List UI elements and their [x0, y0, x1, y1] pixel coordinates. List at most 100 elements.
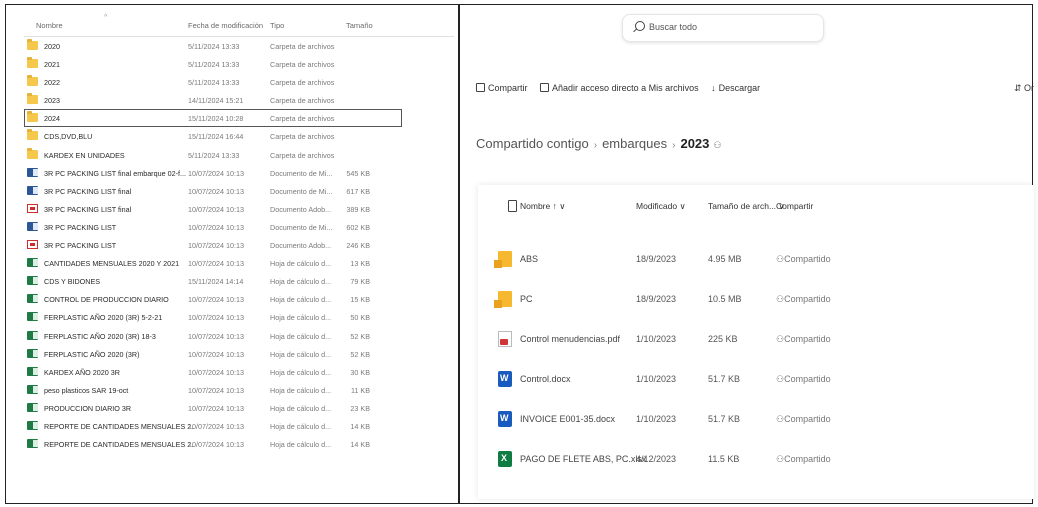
- explorer-row[interactable]: 2023 14/11/2024 15:21 Carpeta de archivos: [24, 91, 454, 109]
- explorer-column-header: ^ Nombre Fecha de modificación Tipo Tama…: [24, 12, 454, 37]
- file-name: FERPLASTIC AÑO 2020 (3R) 18-3: [44, 331, 156, 341]
- file-date: 10/07/2024 10:13: [188, 222, 244, 232]
- file-name: REPORTE DE CANTIDADES MENSUALES 2...: [44, 421, 194, 431]
- share-status: ⚇Compartido: [776, 254, 831, 265]
- explorer-row[interactable]: 3R PC PACKING LIST final 10/07/2024 10:13…: [24, 182, 454, 200]
- breadcrumb-middle[interactable]: embarques: [602, 136, 667, 151]
- excel-icon: [27, 439, 38, 449]
- explorer-row[interactable]: FERPLASTIC AÑO 2020 (3R) 5-2-21 10/07/202…: [24, 308, 454, 326]
- file-type: Carpeta de archivos: [270, 60, 335, 70]
- column-name[interactable]: Nombre: [36, 21, 63, 30]
- file-size: 11 KB: [350, 385, 370, 395]
- column-modified[interactable]: Modificado ∨: [636, 201, 686, 212]
- add-shortcut-button[interactable]: Añadir acceso directo a Mis archivos: [540, 83, 699, 93]
- shared-file-row[interactable]: Control menudencias.pdf 1/10/2023 225 KB ⚇C…: [478, 319, 1034, 359]
- file-name[interactable]: INVOICE E001-35.docx: [520, 414, 615, 424]
- file-name[interactable]: PAGO DE FLETE ABS, PC.xlsx: [520, 454, 646, 464]
- explorer-row[interactable]: 3R PC PACKING LIST 10/07/2024 10:13 Docume…: [24, 236, 454, 254]
- file-name: 3R PC PACKING LIST final embarque 02-f..…: [44, 168, 186, 178]
- shared-file-row[interactable]: PAGO DE FLETE ABS, PC.xlsx4/12/2023 11.5 …: [478, 439, 1034, 479]
- file-type: Hoja de cálculo d...: [270, 331, 332, 341]
- file-name[interactable]: ABS: [520, 254, 538, 264]
- file-size: 11.5 KB: [708, 454, 740, 464]
- file-type: Hoja de cálculo d...: [270, 349, 332, 359]
- shared-file-row[interactable]: ABS 18/9/2023 4.95 MB ⚇Compartido: [478, 239, 1034, 279]
- file-name[interactable]: Control menudencias.pdf: [520, 334, 620, 344]
- share-status-label: Compartido: [784, 414, 831, 424]
- explorer-row[interactable]: CDS Y BIDONES 15/11/2024 14:14 Hoja de cál…: [24, 272, 454, 290]
- file-name: 2020: [44, 42, 60, 51]
- word-icon: [27, 221, 38, 231]
- list-column-header: Nombre ↑ ∨ Modificado ∨ Tamaño de arch..…: [478, 185, 1034, 229]
- explorer-row[interactable]: 3R PC PACKING LIST 10/07/2024 10:13 Docume…: [24, 218, 454, 236]
- breadcrumb-root[interactable]: Compartido contigo: [476, 136, 589, 151]
- explorer-row[interactable]: REPORTE DE CANTIDADES MENSUALES 2... 10/0…: [24, 417, 454, 435]
- file-date: 10/07/2024 10:13: [188, 295, 244, 305]
- add-shortcut-label: Añadir acceso directo a Mis archivos: [552, 83, 699, 93]
- file-date: 10/07/2024 10:13: [188, 204, 244, 214]
- sort-button[interactable]: ⇵ Or: [1014, 83, 1034, 94]
- file-name: 3R PC PACKING LIST final: [44, 186, 132, 196]
- explorer-row[interactable]: CANTIDADES MENSUALES 2020 Y 2021 10/07/20…: [24, 254, 454, 272]
- download-button[interactable]: ↓ Descargar: [711, 83, 760, 93]
- explorer-row[interactable]: REPORTE DE CANTIDADES MENSUALES 2... 10/0…: [24, 435, 454, 453]
- explorer-row[interactable]: 3R PC PACKING LIST final embarque 02-f..…: [24, 164, 454, 182]
- explorer-row[interactable]: CDS,DVD,BLU 15/11/2024 16:44 Carpeta de ar…: [24, 127, 454, 145]
- folder-icon: [494, 251, 512, 268]
- explorer-row[interactable]: 2024 15/11/2024 10:28 Carpeta de archivos: [24, 109, 402, 128]
- explorer-row[interactable]: 3R PC PACKING LIST final 10/07/2024 10:13…: [24, 200, 454, 218]
- column-size[interactable]: Tamaño: [346, 21, 373, 30]
- column-type[interactable]: Tipo: [270, 21, 284, 30]
- file-modified: 1/10/2023: [636, 414, 677, 424]
- column-share[interactable]: Compartir: [776, 201, 813, 211]
- explorer-row[interactable]: 2020 5/11/2024 13:33 Carpeta de archivos: [24, 37, 454, 55]
- share-button[interactable]: Compartir: [476, 83, 528, 93]
- file-size: 52 KB: [350, 349, 370, 359]
- column-size[interactable]: Tamaño de arch... ∨: [708, 201, 785, 212]
- file-type: Documento de Mi...: [270, 168, 333, 178]
- file-type: Hoja de cálculo d...: [270, 295, 332, 305]
- explorer-row[interactable]: 2021 5/11/2024 13:33 Carpeta de archivos: [24, 55, 454, 73]
- file-size: 51.7 KB: [708, 374, 741, 384]
- file-modified: 4/12/2023: [636, 454, 677, 464]
- explorer-row[interactable]: FERPLASTIC AÑO 2020 (3R) 18-3 10/07/2024 …: [24, 327, 454, 345]
- excel-icon: [498, 451, 512, 467]
- file-date: 10/07/2024 10:13: [188, 331, 244, 341]
- explorer-row[interactable]: FERPLASTIC AÑO 2020 (3R) 10/07/2024 10:13…: [24, 345, 454, 363]
- shared-file-row[interactable]: Control.docx 1/10/2023 51.7 KB ⚇Compartido: [478, 359, 1034, 399]
- column-date[interactable]: Fecha de modificación: [188, 21, 263, 30]
- file-name[interactable]: PC: [520, 294, 533, 304]
- explorer-row[interactable]: KARDEX EN UNIDADES 5/11/2024 13:33 Carpeta…: [24, 146, 454, 164]
- search-placeholder: Buscar todo: [649, 22, 698, 32]
- explorer-row[interactable]: KARDEX AÑO 2020 3R 10/07/2024 10:13 Hoja d…: [24, 363, 454, 381]
- file-name: 2021: [44, 60, 60, 70]
- shared-file-row[interactable]: PC 18/9/2023 10.5 MB ⚇Compartido: [478, 279, 1034, 319]
- column-name[interactable]: Nombre ↑ ∨: [520, 201, 565, 212]
- shared-people-icon: ⚇: [776, 334, 785, 344]
- shared-file-row[interactable]: INVOICE E001-35.docx 1/10/2023 51.7 KB ⚇Com…: [478, 399, 1034, 439]
- file-size: 51.7 KB: [708, 414, 741, 424]
- explorer-row[interactable]: peso plasticos SAR 19-oct 10/07/2024 10:1…: [24, 381, 454, 399]
- file-date: 5/11/2024 13:33: [188, 60, 240, 70]
- excel-icon: [27, 420, 38, 430]
- explorer-row[interactable]: 2022 5/11/2024 13:33 Carpeta de archivos: [24, 73, 454, 91]
- share-status-label: Compartido: [784, 294, 831, 304]
- file-explorer-pane: ^ Nombre Fecha de modificación Tipo Tama…: [24, 12, 454, 453]
- explorer-row[interactable]: CONTROL DE PRODUCCION DIARIO 10/07/2024 1…: [24, 290, 454, 308]
- file-type: Documento de Mi...: [270, 222, 333, 232]
- excel-icon: [27, 312, 38, 322]
- file-type-header-icon: [508, 200, 517, 212]
- file-type: Carpeta de archivos: [270, 150, 335, 160]
- search-box[interactable]: Buscar todo: [622, 14, 824, 42]
- file-date: 14/11/2024 15:21: [188, 96, 244, 106]
- file-date: 10/07/2024 10:13: [188, 259, 244, 269]
- breadcrumb-chevron-icon: ›: [672, 140, 676, 151]
- word-icon: [498, 371, 512, 387]
- file-size: 602 KB: [346, 222, 370, 232]
- file-name[interactable]: Control.docx: [520, 374, 571, 384]
- command-bar: Compartir Añadir acceso directo a Mis ar…: [476, 83, 770, 93]
- share-status: ⚇Compartido: [776, 374, 831, 385]
- folder-icon: [27, 39, 38, 50]
- explorer-row[interactable]: PRODUCCION DIARIO 3R 10/07/2024 10:13 Hoja…: [24, 399, 454, 417]
- file-modified: 1/10/2023: [636, 374, 677, 384]
